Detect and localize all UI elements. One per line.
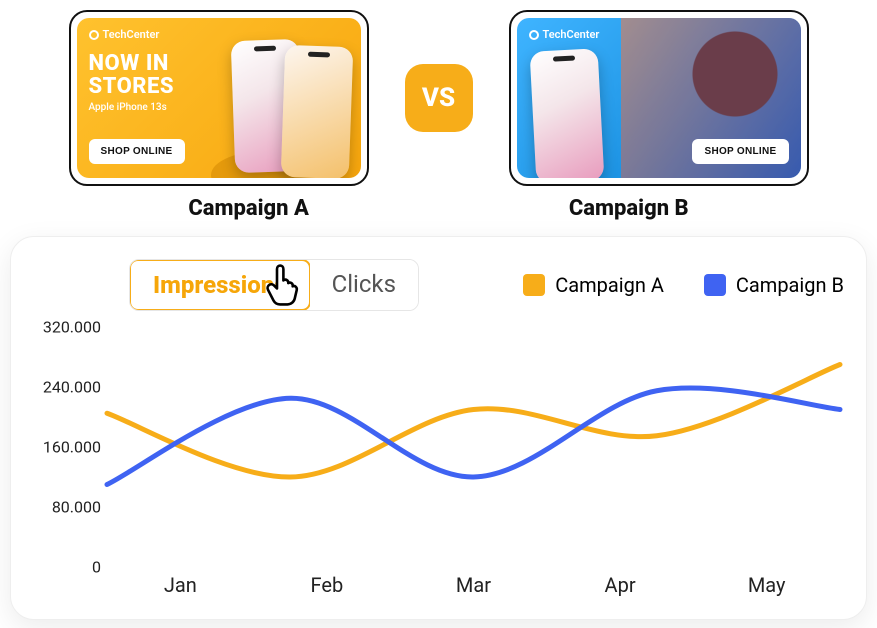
tab-impressions[interactable]: Impressions: [129, 259, 311, 311]
chart-legend: Campaign A Campaign B: [523, 273, 844, 297]
phone-icon: [280, 45, 353, 178]
ad-a-headline: NOW IN STORES: [89, 52, 175, 98]
y-tick: 80.000: [52, 498, 101, 517]
x-tick: Mar: [400, 573, 547, 607]
series-campaign-b: [107, 388, 840, 484]
legend-swatch-a: [523, 274, 545, 296]
tab-clicks[interactable]: Clicks: [310, 260, 418, 310]
x-tick: May: [693, 573, 840, 607]
x-tick: Feb: [254, 573, 401, 607]
brand-name: TechCenter: [543, 28, 600, 41]
plot-area: [107, 327, 840, 567]
y-tick: 160.000: [43, 438, 101, 457]
shop-online-button[interactable]: SHOP ONLINE: [89, 139, 185, 164]
legend-swatch-b: [704, 274, 726, 296]
legend-item-a: Campaign A: [523, 273, 664, 297]
ad-card-b: TechCenter SHOP ONLINE: [509, 10, 809, 186]
shop-online-button[interactable]: SHOP ONLINE: [692, 139, 788, 164]
phone-icon: [529, 48, 604, 178]
ad-a-headline-1: NOW IN: [89, 51, 169, 76]
comparison-row: TechCenter NOW IN STORES Apple iPhone 13…: [0, 0, 877, 186]
vs-badge: VS: [405, 64, 473, 132]
y-tick: 0: [92, 558, 101, 577]
y-tick: 240.000: [43, 378, 101, 397]
legend-item-b: Campaign B: [704, 273, 844, 297]
chart-svg: [107, 327, 840, 567]
x-axis: JanFebMarAprMay: [107, 573, 840, 607]
chart-plot: 080.000160.000240.000320.000 JanFebMarAp…: [33, 327, 844, 607]
chart-panel: Impressions Clicks Campaign A Campaign B…: [10, 236, 867, 620]
ad-a-headline-2: STORES: [89, 74, 175, 99]
y-tick: 320.000: [43, 318, 101, 337]
ad-creative-b: TechCenter SHOP ONLINE: [517, 18, 801, 178]
campaign-labels: Campaign A Campaign B: [0, 196, 877, 221]
y-axis: 080.000160.000240.000320.000: [33, 327, 107, 567]
metric-tabs: Impressions Clicks: [129, 259, 419, 311]
ad-card-a: TechCenter NOW IN STORES Apple iPhone 13…: [69, 10, 369, 186]
campaign-b-label: Campaign B: [569, 196, 689, 221]
brand-badge: TechCenter: [529, 28, 600, 41]
campaign-a-label: Campaign A: [188, 196, 309, 221]
chart-header: Impressions Clicks Campaign A Campaign B: [33, 259, 844, 311]
brand-icon: [89, 30, 99, 40]
ad-a-subline: Apple iPhone 13s: [89, 102, 167, 113]
brand-name: TechCenter: [103, 28, 160, 41]
brand-icon: [529, 30, 539, 40]
legend-label-a: Campaign A: [555, 273, 664, 297]
x-tick: Jan: [107, 573, 254, 607]
legend-label-b: Campaign B: [736, 273, 844, 297]
brand-badge: TechCenter: [89, 28, 160, 41]
x-tick: Apr: [547, 573, 694, 607]
ad-creative-a: TechCenter NOW IN STORES Apple iPhone 13…: [77, 18, 361, 178]
